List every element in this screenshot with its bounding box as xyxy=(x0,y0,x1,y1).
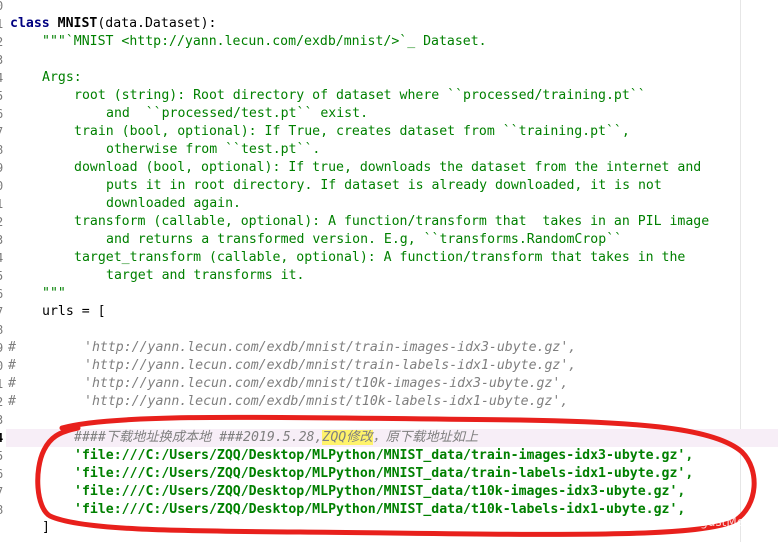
local-file-url: 'file:///C:/Users/ZQQ/Desktop/MLPython/M… xyxy=(74,448,694,463)
line-number: 0 xyxy=(0,0,6,15)
docstring-close: """ xyxy=(42,286,66,301)
line-number: 2 xyxy=(0,33,6,51)
line-number: 3 xyxy=(0,51,6,69)
docstring-line: puts it in root directory. If dataset is… xyxy=(106,178,662,193)
local-file-url: 'file:///C:/Users/ZQQ/Desktop/MLPython/M… xyxy=(74,484,686,499)
comment-prefix: ####下载地址换成本地 ###2019.5.28, xyxy=(74,430,323,445)
docstring-line: target_transform (callable, optional): A… xyxy=(74,250,686,265)
class-bases: (data.Dataset): xyxy=(97,16,217,31)
line-number: 4 xyxy=(0,429,6,447)
line-number: 0 xyxy=(0,177,6,195)
docstring-line: and ``processed/test.pt`` exist. xyxy=(106,106,369,121)
line-number: 1 xyxy=(0,375,6,393)
line-number: 3 xyxy=(0,411,6,429)
commented-url: 'http://yann.lecun.com/exdb/mnist/t10k-l… xyxy=(84,394,569,409)
line-number: 1 xyxy=(0,195,6,213)
comment-hash: # xyxy=(8,358,16,373)
docstring-line: target and transforms it. xyxy=(106,268,305,283)
line-number-gutter: 01234567890123456789012345678 xyxy=(0,0,6,542)
line-number: 6 xyxy=(0,285,6,303)
class-keyword: class xyxy=(10,16,50,31)
line-number: 7 xyxy=(0,303,6,321)
line-number: 3 xyxy=(0,231,6,249)
line-number: 2 xyxy=(0,393,6,411)
docstring-line: and returns a transformed version. E.g, … xyxy=(106,232,623,247)
code-line-class-def: class MNIST(data.Dataset): xyxy=(10,15,216,33)
comment-suffix: ，原下载地址如上 xyxy=(372,430,479,445)
docstring-line: transform (callable, optional): A functi… xyxy=(74,214,710,229)
line-number: 9 xyxy=(0,159,6,177)
line-number: 7 xyxy=(0,483,6,501)
line-number: 0 xyxy=(0,357,6,375)
line-number: 7 xyxy=(0,123,6,141)
right-margin-rule xyxy=(740,0,741,542)
line-number: 1 xyxy=(0,15,6,33)
line-number: 8 xyxy=(0,141,6,159)
docstring-line: root (string): Root directory of dataset… xyxy=(74,88,646,103)
line-number: 5 xyxy=(0,87,6,105)
line-number: 9 xyxy=(0,339,6,357)
line-number: 4 xyxy=(0,69,6,87)
highlighted-author: ZQQ修改 xyxy=(322,430,373,445)
docstring-line: """`MNIST <http://yann.lecun.com/exdb/mn… xyxy=(42,34,487,49)
comment-hash: # xyxy=(8,376,16,391)
docstring-line: downloaded again. xyxy=(106,196,241,211)
local-file-url: 'file:///C:/Users/ZQQ/Desktop/MLPython/M… xyxy=(74,466,694,481)
urls-close-bracket: ] xyxy=(42,520,50,535)
comment-hash: # xyxy=(8,340,16,355)
line-number: 4 xyxy=(0,249,6,267)
comment-hash: # xyxy=(8,394,16,409)
commented-url: 'http://yann.lecun.com/exdb/mnist/train-… xyxy=(84,340,577,355)
watermark: https://blog.csdn.net/AugustMe xyxy=(556,515,745,529)
line-number: 5 xyxy=(0,267,6,285)
line-number: 5 xyxy=(0,447,6,465)
docstring-line: otherwise from ``test.pt``. xyxy=(106,142,321,157)
line-number: 2 xyxy=(0,213,6,231)
commented-url: 'http://yann.lecun.com/exdb/mnist/train-… xyxy=(84,358,577,373)
urls-assignment: urls = [ xyxy=(42,304,106,319)
line-number: 6 xyxy=(0,465,6,483)
docstring-line: download (bool, optional): If true, down… xyxy=(74,160,702,175)
modification-comment: ####下载地址换成本地 ###2019.5.28,ZQQ修改，原下载地址如上 xyxy=(74,429,478,447)
docstring-line: train (bool, optional): If True, creates… xyxy=(74,124,630,139)
line-number: 6 xyxy=(0,105,6,123)
docstring-line: Args: xyxy=(42,70,82,85)
class-name: MNIST xyxy=(57,16,98,31)
line-number: 8 xyxy=(0,321,6,339)
line-number: 8 xyxy=(0,501,6,519)
commented-url: 'http://yann.lecun.com/exdb/mnist/t10k-i… xyxy=(84,376,569,391)
